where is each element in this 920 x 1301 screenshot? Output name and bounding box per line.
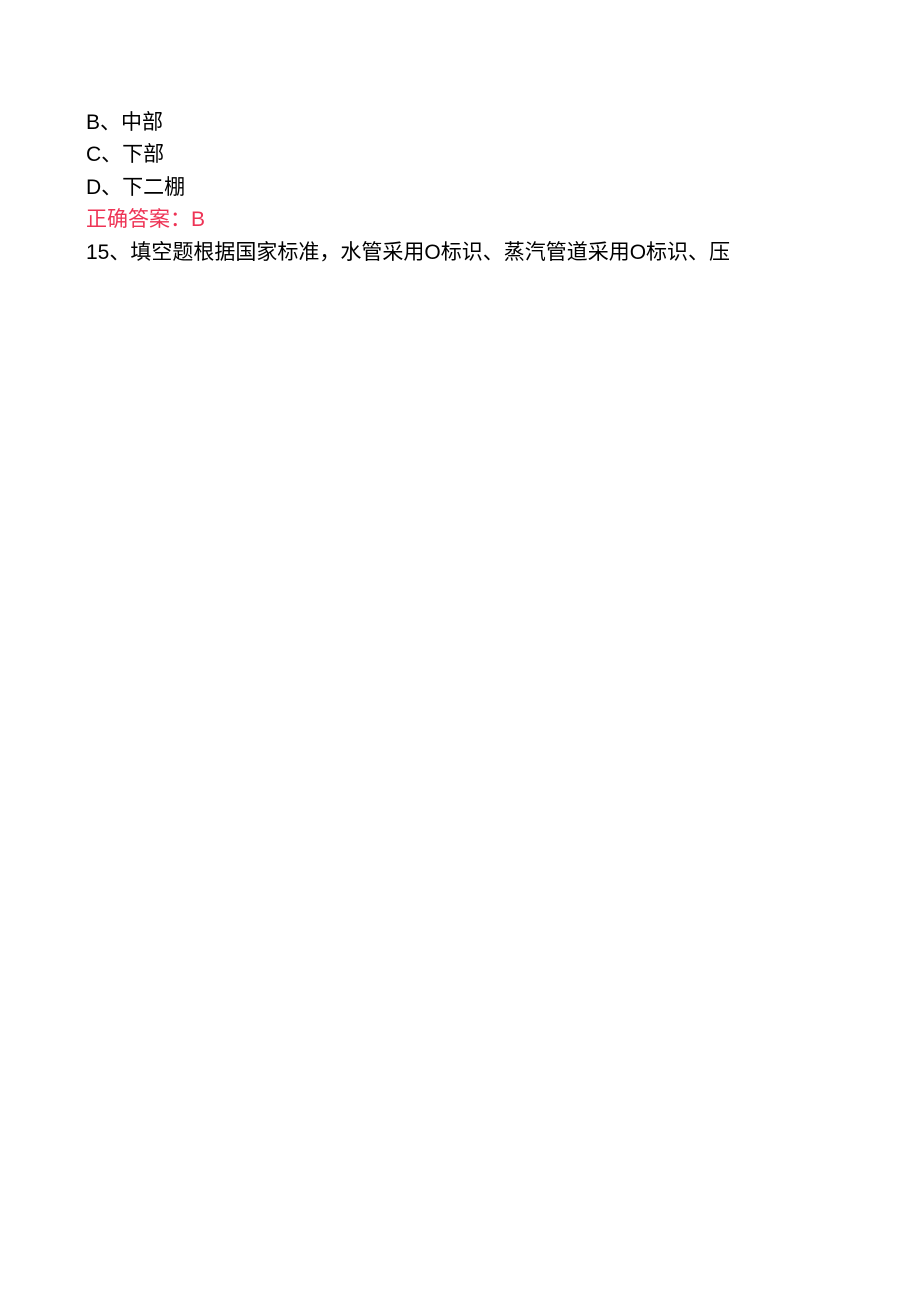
answer-label: 正确答案： [86,208,191,231]
option-b: B、中部 [86,108,834,138]
option-b-separator: 、 [100,111,121,134]
option-d: D、下二棚 [86,173,834,203]
answer-value: B [191,208,205,231]
option-d-letter: D [86,176,101,199]
option-c: C、下部 [86,140,834,170]
option-b-letter: B [86,111,100,134]
option-b-text: 中部 [121,111,163,134]
option-c-separator: 、 [101,143,122,166]
option-d-separator: 、 [101,176,122,199]
correct-answer: 正确答案：B [86,205,834,235]
question-15: 15、填空题根据国家标准，水管采用O标识、蒸汽管道采用O标识、压 [86,238,834,268]
question-15-number: 15 [86,241,109,264]
option-c-text: 下部 [122,143,164,166]
option-c-letter: C [86,143,101,166]
option-d-text: 下二棚 [122,176,185,199]
question-15-separator: 、 [109,241,130,264]
question-15-text: 填空题根据国家标准，水管采用O标识、蒸汽管道采用O标识、压 [130,241,730,264]
